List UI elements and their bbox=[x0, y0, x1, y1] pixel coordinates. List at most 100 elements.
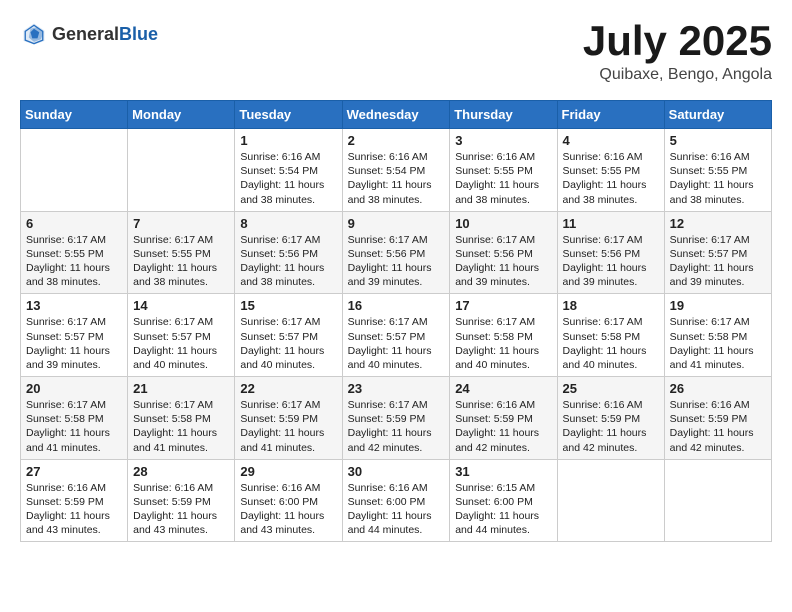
cell-content: Sunrise: 6:16 AM Sunset: 5:59 PM Dayligh… bbox=[563, 398, 659, 455]
calendar-week-row: 20Sunrise: 6:17 AM Sunset: 5:58 PM Dayli… bbox=[21, 377, 772, 460]
cell-content: Sunrise: 6:16 AM Sunset: 6:00 PM Dayligh… bbox=[240, 481, 336, 538]
day-number: 24 bbox=[455, 381, 551, 396]
calendar-cell: 16 Sunrise: 6:17 AM Sunset: 5:57 PM Dayli… bbox=[342, 294, 450, 377]
cell-content: Sunrise: 6:16 AM Sunset: 6:00 PM Dayligh… bbox=[348, 481, 445, 538]
cell-content: Sunrise: 6:17 AM Sunset: 5:56 PM Dayligh… bbox=[348, 233, 445, 290]
day-number: 16 bbox=[348, 298, 445, 313]
logo-general: General bbox=[52, 24, 119, 44]
page-header: GeneralBlue July 2025 Quibaxe, Bengo, An… bbox=[20, 20, 772, 84]
cell-content: Sunrise: 6:17 AM Sunset: 5:58 PM Dayligh… bbox=[670, 315, 766, 372]
calendar-cell: 31 Sunrise: 6:15 AM Sunset: 6:00 PM Dayli… bbox=[450, 459, 557, 542]
calendar-cell bbox=[664, 459, 771, 542]
cell-content: Sunrise: 6:17 AM Sunset: 5:55 PM Dayligh… bbox=[26, 233, 122, 290]
calendar-cell: 15Sunrise: 6:17 AM Sunset: 5:57 PM Dayli… bbox=[235, 294, 342, 377]
weekday-header-row: SundayMondayTuesdayWednesdayThursdayFrid… bbox=[21, 101, 772, 129]
day-number: 4 bbox=[563, 133, 659, 148]
cell-content: Sunrise: 6:17 AM Sunset: 5:58 PM Dayligh… bbox=[563, 315, 659, 372]
calendar-cell: 11 Sunrise: 6:17 AM Sunset: 5:56 PM Dayli… bbox=[557, 211, 664, 294]
weekday-header-thursday: Thursday bbox=[450, 101, 557, 129]
cell-content: Sunrise: 6:17 AM Sunset: 5:56 PM Dayligh… bbox=[240, 233, 336, 290]
day-number: 28 bbox=[133, 464, 229, 479]
calendar-cell: 4 Sunrise: 6:16 AM Sunset: 5:55 PM Daylig… bbox=[557, 129, 664, 212]
day-number: 3 bbox=[455, 133, 551, 148]
calendar-cell: 27Sunrise: 6:16 AM Sunset: 5:59 PM Dayli… bbox=[21, 459, 128, 542]
logo-icon bbox=[20, 20, 48, 48]
calendar-cell: 9 Sunrise: 6:17 AM Sunset: 5:56 PM Daylig… bbox=[342, 211, 450, 294]
day-number: 1 bbox=[240, 133, 336, 148]
day-number: 22 bbox=[240, 381, 336, 396]
calendar-week-row: 27 Sunrise: 6:16 AM Sunset: 5:59 PM Dayli… bbox=[21, 459, 772, 542]
calendar-cell: 8Sunrise: 6:17 AM Sunset: 5:56 PM Daylig… bbox=[235, 211, 342, 294]
day-number: 27 bbox=[26, 464, 122, 479]
day-number: 14 bbox=[133, 298, 229, 313]
cell-content: Sunrise: 6:17 AM Sunset: 5:55 PM Dayligh… bbox=[133, 233, 229, 290]
calendar-week-row: 13Sunrise: 6:17 AM Sunset: 5:57 PM Dayli… bbox=[21, 294, 772, 377]
title-block: July 2025 Quibaxe, Bengo, Angola bbox=[583, 20, 772, 84]
day-number: 18 bbox=[563, 298, 659, 313]
calendar-cell bbox=[128, 129, 235, 212]
calendar-cell: 14 Sunrise: 6:17 AM Sunset: 5:57 PM Dayli… bbox=[128, 294, 235, 377]
day-number: 12 bbox=[670, 216, 766, 231]
cell-content: Sunrise: 6:16 AM Sunset: 5:54 PM Dayligh… bbox=[348, 150, 445, 207]
calendar-cell: 28 Sunrise: 6:16 AM Sunset: 5:59 PM Dayli… bbox=[128, 459, 235, 542]
calendar-cell: 25Sunrise: 6:16 AM Sunset: 5:59 PM Dayli… bbox=[557, 377, 664, 460]
cell-content: Sunrise: 6:17 AM Sunset: 5:59 PM Dayligh… bbox=[240, 398, 336, 455]
calendar-cell: 20Sunrise: 6:17 AM Sunset: 5:58 PM Dayli… bbox=[21, 377, 128, 460]
calendar-cell: 1Sunrise: 6:16 AM Sunset: 5:54 PM Daylig… bbox=[235, 129, 342, 212]
weekday-header-wednesday: Wednesday bbox=[342, 101, 450, 129]
day-number: 5 bbox=[670, 133, 766, 148]
weekday-header-saturday: Saturday bbox=[664, 101, 771, 129]
cell-content: Sunrise: 6:16 AM Sunset: 5:59 PM Dayligh… bbox=[670, 398, 766, 455]
cell-content: Sunrise: 6:17 AM Sunset: 5:56 PM Dayligh… bbox=[455, 233, 551, 290]
weekday-header-tuesday: Tuesday bbox=[235, 101, 342, 129]
calendar-cell: 2 Sunrise: 6:16 AM Sunset: 5:54 PM Daylig… bbox=[342, 129, 450, 212]
cell-content: Sunrise: 6:17 AM Sunset: 5:59 PM Dayligh… bbox=[348, 398, 445, 455]
weekday-header-monday: Monday bbox=[128, 101, 235, 129]
day-number: 7 bbox=[133, 216, 229, 231]
calendar-week-row: 6Sunrise: 6:17 AM Sunset: 5:55 PM Daylig… bbox=[21, 211, 772, 294]
logo-blue: Blue bbox=[119, 24, 158, 44]
day-number: 31 bbox=[455, 464, 551, 479]
calendar-cell: 6Sunrise: 6:17 AM Sunset: 5:55 PM Daylig… bbox=[21, 211, 128, 294]
calendar-week-row: 1 Sunrise: 6:16 AM Sunset: 5:54 PM Daylig… bbox=[21, 129, 772, 212]
cell-content: Sunrise: 6:16 AM Sunset: 5:55 PM Dayligh… bbox=[670, 150, 766, 207]
cell-content: Sunrise: 6:17 AM Sunset: 5:58 PM Dayligh… bbox=[133, 398, 229, 455]
day-number: 26 bbox=[670, 381, 766, 396]
calendar-cell bbox=[557, 459, 664, 542]
day-number: 23 bbox=[348, 381, 445, 396]
day-number: 19 bbox=[670, 298, 766, 313]
logo-text: GeneralBlue bbox=[52, 25, 158, 44]
day-number: 2 bbox=[348, 133, 445, 148]
day-number: 10 bbox=[455, 216, 551, 231]
day-number: 11 bbox=[563, 216, 659, 231]
cell-content: Sunrise: 6:16 AM Sunset: 5:55 PM Dayligh… bbox=[455, 150, 551, 207]
calendar-cell: 21 Sunrise: 6:17 AM Sunset: 5:58 PM Dayli… bbox=[128, 377, 235, 460]
cell-content: Sunrise: 6:17 AM Sunset: 5:57 PM Dayligh… bbox=[133, 315, 229, 372]
cell-content: Sunrise: 6:17 AM Sunset: 5:57 PM Dayligh… bbox=[670, 233, 766, 290]
calendar-table: SundayMondayTuesdayWednesdayThursdayFrid… bbox=[20, 100, 772, 542]
weekday-header-sunday: Sunday bbox=[21, 101, 128, 129]
cell-content: Sunrise: 6:17 AM Sunset: 5:58 PM Dayligh… bbox=[455, 315, 551, 372]
calendar-cell: 26 Sunrise: 6:16 AM Sunset: 5:59 PM Dayli… bbox=[664, 377, 771, 460]
calendar-cell: 22 Sunrise: 6:17 AM Sunset: 5:59 PM Dayli… bbox=[235, 377, 342, 460]
cell-content: Sunrise: 6:16 AM Sunset: 5:59 PM Dayligh… bbox=[133, 481, 229, 538]
day-number: 21 bbox=[133, 381, 229, 396]
calendar-cell: 29Sunrise: 6:16 AM Sunset: 6:00 PM Dayli… bbox=[235, 459, 342, 542]
calendar-cell: 19 Sunrise: 6:17 AM Sunset: 5:58 PM Dayli… bbox=[664, 294, 771, 377]
calendar-cell: 17 Sunrise: 6:17 AM Sunset: 5:58 PM Dayli… bbox=[450, 294, 557, 377]
calendar-cell: 24Sunrise: 6:16 AM Sunset: 5:59 PM Dayli… bbox=[450, 377, 557, 460]
cell-content: Sunrise: 6:17 AM Sunset: 5:56 PM Dayligh… bbox=[563, 233, 659, 290]
cell-content: Sunrise: 6:15 AM Sunset: 6:00 PM Dayligh… bbox=[455, 481, 551, 538]
cell-content: Sunrise: 6:16 AM Sunset: 5:55 PM Dayligh… bbox=[563, 150, 659, 207]
calendar-cell: 30 Sunrise: 6:16 AM Sunset: 6:00 PM Dayli… bbox=[342, 459, 450, 542]
day-number: 30 bbox=[348, 464, 445, 479]
weekday-header-friday: Friday bbox=[557, 101, 664, 129]
day-number: 17 bbox=[455, 298, 551, 313]
cell-content: Sunrise: 6:17 AM Sunset: 5:57 PM Dayligh… bbox=[26, 315, 122, 372]
cell-content: Sunrise: 6:17 AM Sunset: 5:58 PM Dayligh… bbox=[26, 398, 122, 455]
calendar-cell: 23 Sunrise: 6:17 AM Sunset: 5:59 PM Dayli… bbox=[342, 377, 450, 460]
cell-content: Sunrise: 6:17 AM Sunset: 5:57 PM Dayligh… bbox=[348, 315, 445, 372]
calendar-cell: 5 Sunrise: 6:16 AM Sunset: 5:55 PM Daylig… bbox=[664, 129, 771, 212]
logo: GeneralBlue bbox=[20, 20, 158, 48]
day-number: 9 bbox=[348, 216, 445, 231]
